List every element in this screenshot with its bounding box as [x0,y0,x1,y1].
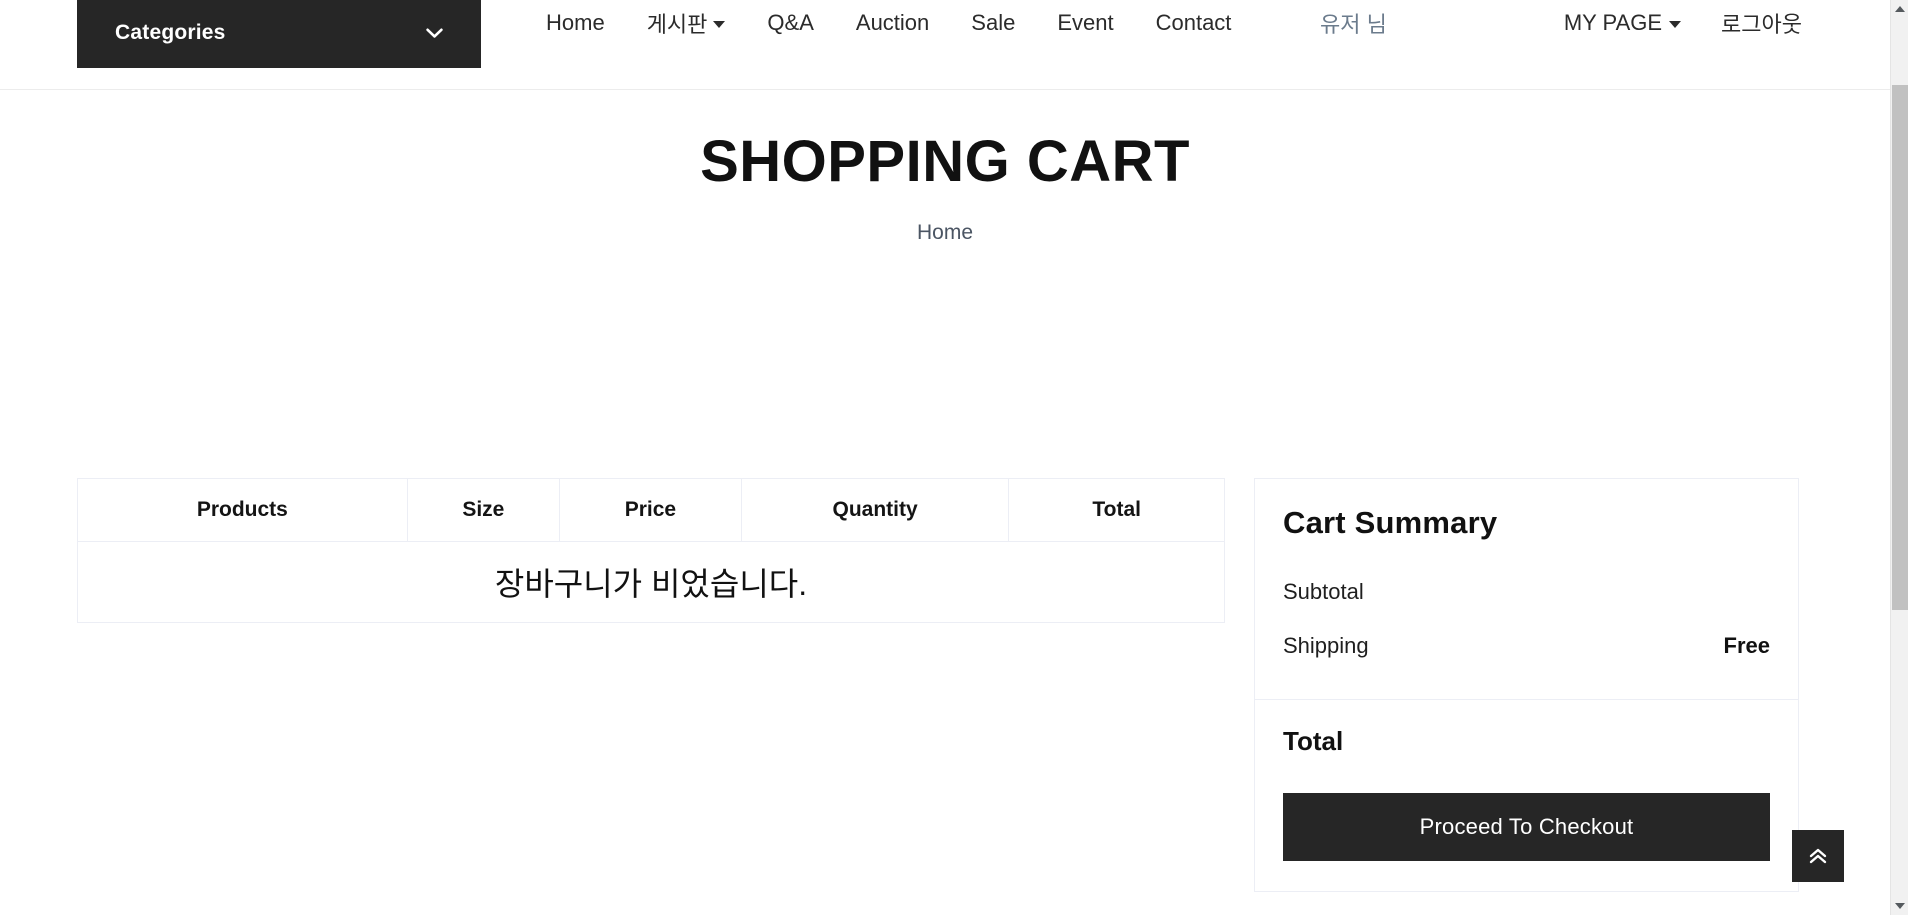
triangle-down-icon [1895,903,1905,909]
summary-row-subtotal: Subtotal [1283,579,1770,605]
scrollbar-thumb[interactable] [1892,85,1908,610]
caret-down-icon [713,21,726,28]
categories-label: Categories [115,21,226,44]
nav-item-label: Contact [1155,9,1232,35]
categories-dropdown-button[interactable]: Categories [77,0,481,68]
total-label: Total [1283,726,1344,756]
breadcrumb-link-home[interactable]: Home [917,221,973,244]
table-row: 장바구니가 비었습니다. [77,541,1225,623]
scroll-down-arrow-icon[interactable] [1891,897,1908,915]
cart-summary-title: Cart Summary [1283,505,1498,540]
user-greeting: 유저 님 [1320,0,1387,45]
column-header-total: Total [1008,478,1225,542]
site-navbar: Categories Home 게시판 Q&A Auction Sale Eve… [0,0,1890,90]
cart-table-head: Products Size Price Quantity Total [77,478,1225,542]
proceed-to-checkout-button[interactable]: Proceed To Checkout [1283,793,1770,861]
nav-item-label: 로그아웃 [1721,11,1802,37]
nav-item-label: Sale [971,9,1016,35]
nav-item-label: MY PAGE [1563,9,1663,35]
vertical-scrollbar[interactable] [1890,0,1908,915]
username-label: 유저 님 [1320,11,1387,37]
page-viewport: Categories Home 게시판 Q&A Auction Sale Eve… [0,0,1890,915]
column-header-size: Size [406,478,561,542]
primary-navigation: Home 게시판 Q&A Auction Sale Event Contact [525,0,1252,45]
column-header-products: Products [77,478,408,542]
nav-item-label: Home [546,9,605,35]
cart-summary-top: Cart Summary Subtotal Shipping Free [1255,479,1798,700]
nav-item-logout[interactable]: 로그아웃 [1701,7,1822,39]
nav-item-label: Q&A [767,9,814,35]
cart-table-body: 장바구니가 비었습니다. [77,541,1225,623]
back-to-top-button[interactable] [1792,830,1844,882]
page-title: SHOPPING CART [700,129,1190,194]
triangle-up-icon [1895,6,1905,12]
cart-summary-panel: Cart Summary Subtotal Shipping Free Tota… [1254,478,1799,892]
subtotal-label: Subtotal [1283,579,1364,604]
cart-summary-bottom: Total Proceed To Checkout [1255,700,1798,891]
summary-row-shipping: Shipping Free [1283,633,1770,659]
shipping-label: Shipping [1283,633,1369,658]
nav-item-auction[interactable]: Auction [835,10,950,36]
nav-item-qna[interactable]: Q&A [746,10,834,36]
chevron-down-icon [426,0,443,42]
column-header-quantity: Quantity [740,478,1010,542]
table-header-row: Products Size Price Quantity Total [77,478,1225,542]
nav-item-board[interactable]: 게시판 [626,7,747,39]
column-header-price: Price [559,478,742,542]
nav-item-my-page[interactable]: MY PAGE [1544,10,1701,36]
nav-item-event[interactable]: Event [1036,10,1134,36]
scroll-up-arrow-icon[interactable] [1891,0,1908,18]
nav-item-home[interactable]: Home [525,10,626,36]
nav-item-sale[interactable]: Sale [950,10,1036,36]
nav-item-contact[interactable]: Contact [1135,10,1253,36]
double-chevron-up-icon [1807,846,1829,866]
shipping-value: Free [1723,633,1770,658]
cart-empty-message: 장바구니가 비었습니다. [77,541,1225,623]
page-header-block: SHOPPING CART Home [0,130,1890,245]
caret-down-icon [1669,21,1682,28]
nav-item-label: 게시판 [646,11,708,37]
account-navigation: MY PAGE 로그아웃 [1544,0,1822,45]
breadcrumb: Home [0,221,1890,245]
cart-table: Products Size Price Quantity Total 장바구니가… [77,478,1225,623]
nav-item-label: Auction [855,9,930,35]
nav-item-label: Event [1057,9,1114,35]
